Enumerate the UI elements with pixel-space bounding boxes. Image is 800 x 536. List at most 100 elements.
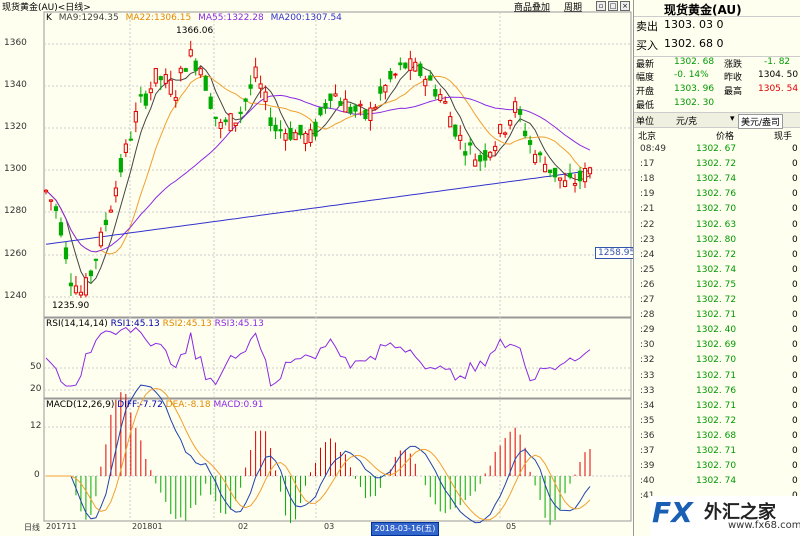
candle-body <box>228 113 233 132</box>
range-label: 幅度 <box>636 73 655 83</box>
unit-dropdown-icon[interactable]: ▾ <box>730 114 735 124</box>
candle-body <box>233 122 238 127</box>
candle-body <box>493 145 498 152</box>
candle-body <box>503 132 508 135</box>
candle-body <box>163 74 168 84</box>
buy-label: 买入 <box>636 39 658 52</box>
tick-volume: 0 <box>792 219 798 230</box>
unit-alt-button[interactable]: 美元/盎司 <box>738 114 784 129</box>
y-tick-label: 1240 <box>4 291 27 301</box>
candle-body <box>288 128 293 140</box>
tick-volume: 0 <box>792 370 798 381</box>
tick-volume: 0 <box>792 415 798 426</box>
candle-body <box>198 68 203 76</box>
candle-body <box>118 158 123 173</box>
tick-time: :32 <box>640 355 655 366</box>
candle-body <box>348 106 353 114</box>
tick-time: :26 <box>640 279 655 290</box>
quote-range-row: 幅度 -0. 14% 昨收 1304. 50 <box>634 70 800 84</box>
tick-volume: 0 <box>792 355 798 366</box>
candle-body <box>403 62 408 69</box>
tick-price: 1302. 74 <box>696 476 737 487</box>
y-tick-label: 1340 <box>4 80 27 90</box>
tick-price: 1302. 67 <box>696 144 737 154</box>
tick-volume: 0 <box>792 430 798 441</box>
tick-price: 1302. 74 <box>696 174 737 185</box>
candle-body <box>533 153 538 164</box>
candle-body <box>547 169 553 173</box>
tick-row: :22 1302. 63 0 <box>634 220 800 234</box>
tick-time: :40 <box>640 476 655 487</box>
candle-body <box>98 231 103 247</box>
tick-time: :25 <box>640 264 655 275</box>
quote-panel: 现货黄金(AU) 卖出 1303. 03 0 买入 1302. 68 0 最新 … <box>633 0 800 536</box>
tick-price: 1302. 74 <box>696 264 737 275</box>
candle-body <box>323 102 328 109</box>
candle-body <box>88 270 94 277</box>
candle-body <box>253 66 258 79</box>
tick-volume: 0 <box>792 446 798 456</box>
candle-body <box>378 86 383 94</box>
candle-body <box>138 94 143 97</box>
kline-chart-area[interactable]: 现货黄金(AU)<日线> 商品叠加 周期 ▫ □ × K MA9:1294.35… <box>0 0 639 536</box>
macd-level-0: 0 <box>34 470 40 480</box>
candle-body <box>552 167 558 178</box>
candle-body <box>63 247 69 260</box>
ma-legend: K MA9:1294.35 MA22:1306.15 MA55:1322.28 … <box>46 13 346 23</box>
chart-canvas <box>43 11 632 525</box>
tick-price: 1302. 72 <box>696 295 737 305</box>
tick-volume: 0 <box>792 159 798 170</box>
tick-row: :19 1302. 76 0 <box>634 189 800 203</box>
dea-value: DEA:-8.18 <box>165 400 211 410</box>
candle-body <box>577 170 583 182</box>
tick-time: :39 <box>640 461 655 472</box>
tick-volume: 0 <box>792 174 798 185</box>
x-tick-label: 201711 <box>46 522 77 531</box>
tick-price: 1302. 72 <box>696 249 737 260</box>
candle-body <box>78 291 84 296</box>
tick-volume: 0 <box>792 264 798 275</box>
open-value: 1303. 96 <box>674 84 715 94</box>
tick-price: 1302. 72 <box>696 159 737 170</box>
tick-time: :18 <box>640 174 655 185</box>
candle-body <box>158 76 163 81</box>
candle-body <box>333 93 338 97</box>
candle-body <box>453 124 458 137</box>
candle-body <box>318 107 323 116</box>
candle-body <box>133 110 138 123</box>
candle-body <box>562 180 568 187</box>
candle-body <box>528 140 533 145</box>
candle-body <box>373 106 378 110</box>
quote-latest-row: 最新 1302. 68 涨跌 -1. 82 <box>634 56 800 71</box>
candle-body <box>168 79 173 95</box>
quote-low-row: 最低 1302. 30 <box>634 98 800 112</box>
tick-time: :24 <box>640 249 655 260</box>
candle-body <box>513 101 518 113</box>
logo-url: www.fx68.com <box>728 520 800 531</box>
candle-body <box>263 91 268 102</box>
x-tick-label: 05 <box>506 522 517 531</box>
period-label[interactable]: 日线 <box>24 522 40 533</box>
high-annotation: 1366.06 <box>176 26 214 36</box>
candle-body <box>343 98 348 113</box>
tick-row: 08:49 1302. 67 0 <box>634 144 800 158</box>
tick-volume: 0 <box>792 249 798 260</box>
col-volume: 现手 <box>774 132 793 142</box>
diff-value: DIFF:-7.72 <box>117 400 163 410</box>
macd-legend: MACD(12,26,9) DIFF:-7.72 DEA:-8.18 MACD:… <box>46 400 264 410</box>
unit-value[interactable]: 元/克 <box>676 114 697 127</box>
tick-time: :21 <box>640 204 655 215</box>
logo-fx: FX <box>652 496 693 529</box>
sell-value: 1303. 03 0 <box>664 18 724 31</box>
candle-body <box>148 88 153 94</box>
tick-time: :30 <box>640 340 655 351</box>
sell-row: 卖出 1303. 03 0 <box>634 18 800 34</box>
tick-time: :33 <box>640 385 655 396</box>
tick-price: 1302. 70 <box>696 461 737 472</box>
tick-column-header: 北京 价格 现手 <box>634 128 800 142</box>
tick-volume: 0 <box>792 295 798 305</box>
candle-body <box>423 78 428 87</box>
high-label: 最高 <box>724 87 743 97</box>
candle-body <box>43 189 49 193</box>
unit-label: 单位 <box>636 117 655 127</box>
